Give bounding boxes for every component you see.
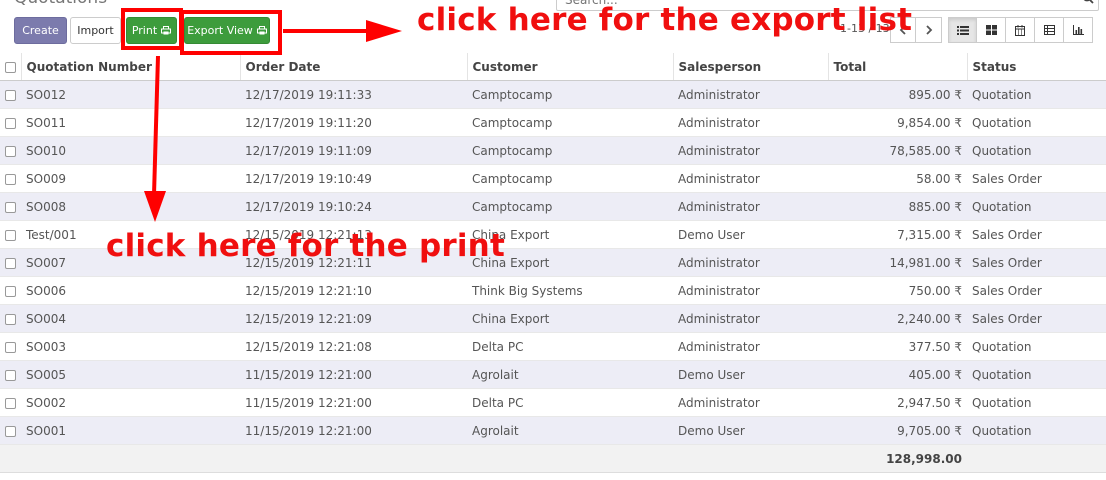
print-annotation: click here for the print (106, 228, 505, 264)
export-annotation: click here for the export list (417, 2, 913, 38)
print-arrow-head (144, 191, 166, 222)
export-arrow-head (366, 20, 402, 42)
print-arrow-shaft (152, 55, 160, 196)
